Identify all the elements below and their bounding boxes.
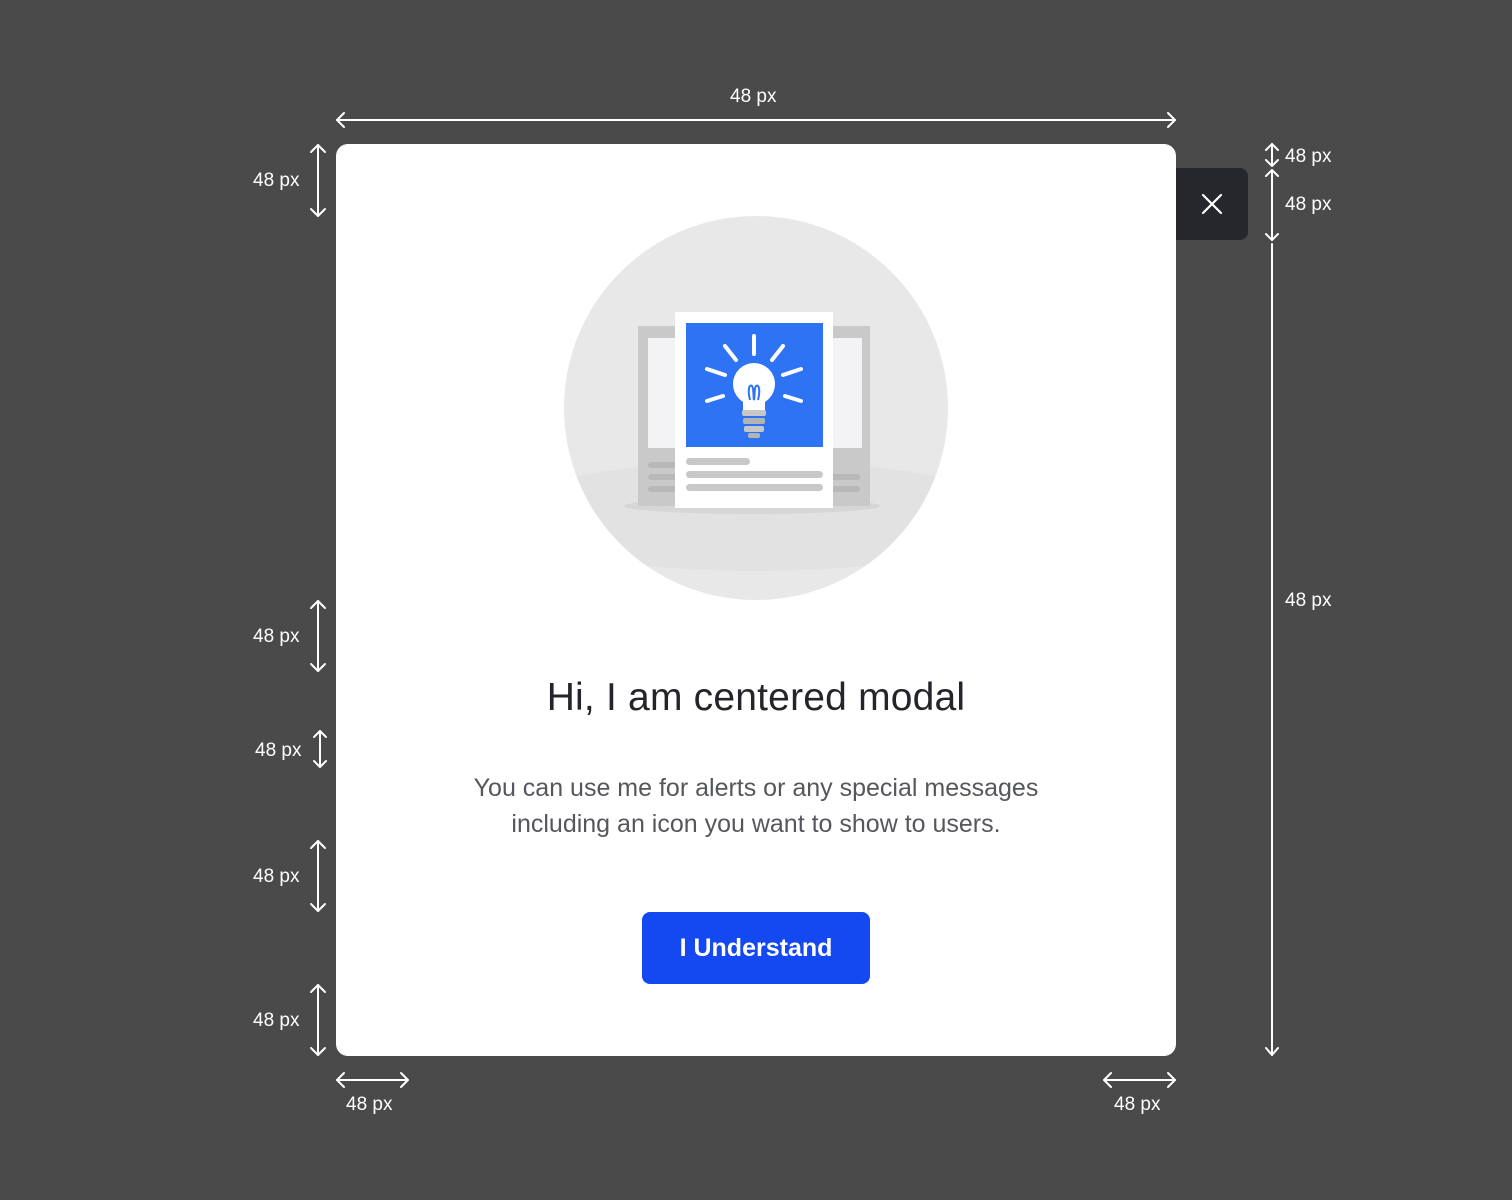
dim-label-left-title-gap: 48 px (255, 740, 302, 761)
dim-label-top-width: 48 px (730, 86, 777, 107)
dim-label-left-text-gap: 48 px (253, 866, 300, 887)
dim-label-bottom-right-padding: 48 px (1114, 1094, 1161, 1115)
dim-label-left-bottom-padding: 48 px (253, 1010, 300, 1031)
dim-label-right-modal-height: 48 px (1285, 590, 1332, 611)
dim-label-bottom-left-padding: 48 px (346, 1094, 393, 1115)
dim-label-right-close-offset: 48 px (1285, 146, 1332, 167)
dim-label-right-close-height: 48 px (1285, 194, 1332, 215)
dim-label-left-illustration-gap: 48 px (253, 626, 300, 647)
dim-label-left-top-padding: 48 px (253, 170, 300, 191)
